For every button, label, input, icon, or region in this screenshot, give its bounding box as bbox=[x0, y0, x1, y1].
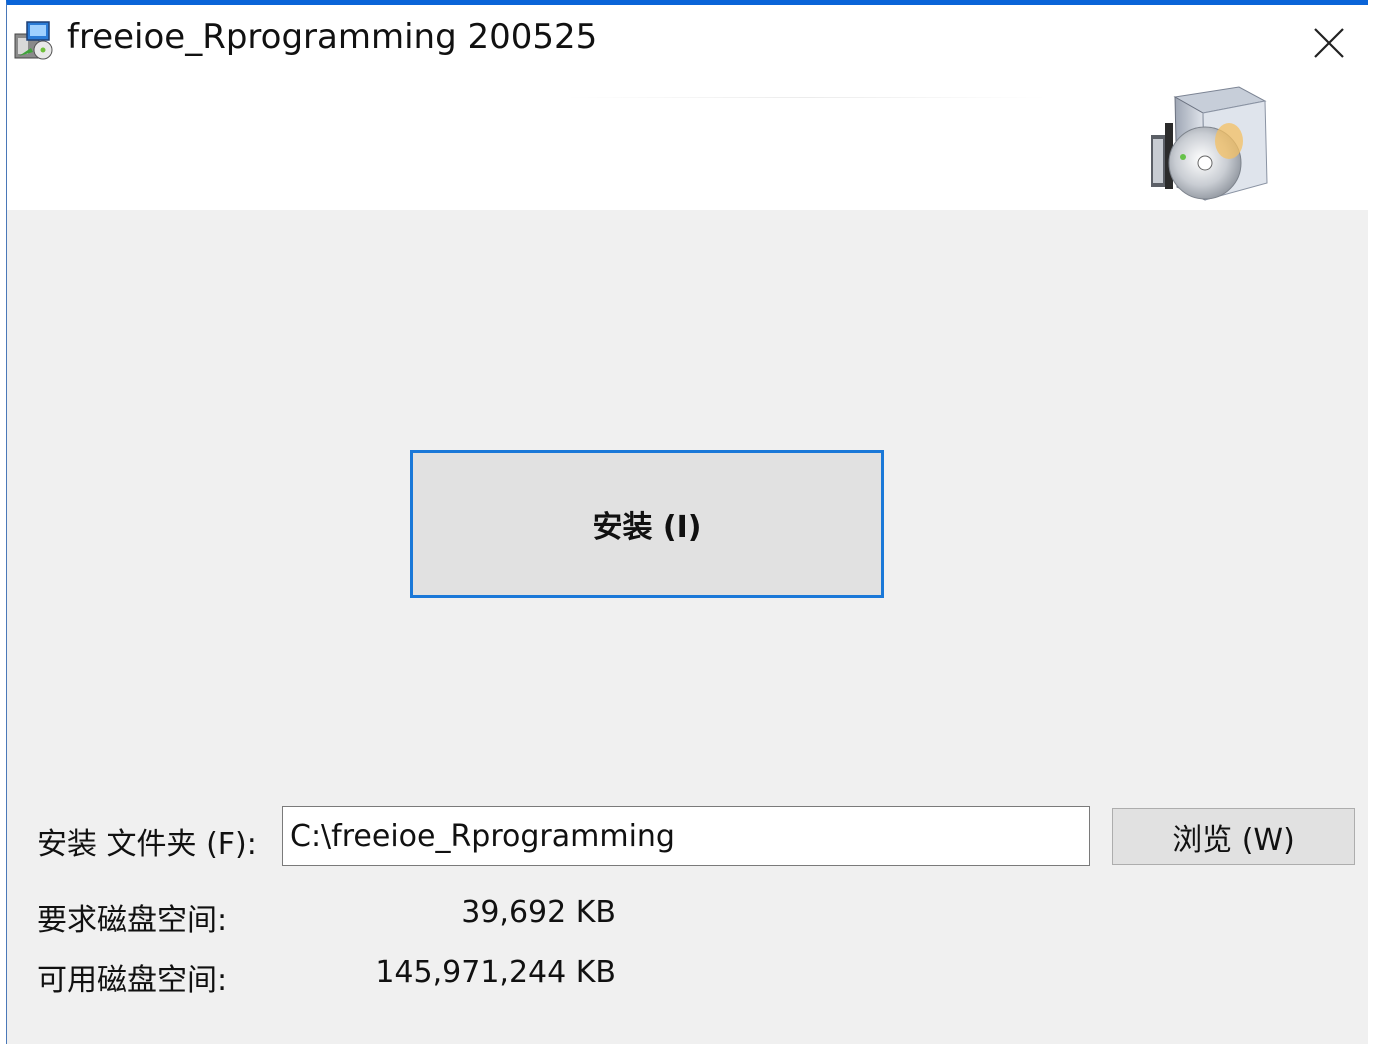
browse-button[interactable]: 浏览 (W) bbox=[1112, 808, 1355, 865]
install-button-label: 安装 (I) bbox=[592, 510, 702, 545]
title-banner: freeioe_Rprogramming 200525 bbox=[7, 5, 1368, 210]
software-box-cd-icon bbox=[1147, 75, 1287, 210]
required-space-label: 要求磁盘空间: bbox=[37, 903, 228, 938]
available-space-label: 可用磁盘空间: bbox=[37, 963, 228, 998]
install-folder-input[interactable] bbox=[282, 806, 1090, 866]
install-folder-label: 安装 文件夹 (F): bbox=[37, 827, 257, 862]
required-space-value: 39,692 KB bbox=[461, 895, 616, 930]
installer-package-icon bbox=[13, 18, 57, 62]
browse-button-label: 浏览 (W) bbox=[1172, 822, 1295, 858]
close-button[interactable] bbox=[1297, 13, 1361, 77]
close-icon bbox=[1313, 27, 1345, 63]
banner-divider bbox=[567, 97, 1047, 98]
install-button[interactable]: 安装 (I) bbox=[410, 450, 884, 598]
available-space-value: 145,971,244 KB bbox=[375, 955, 616, 990]
installer-window: freeioe_Rprogramming 200525 安装 (I) 安装 文件… bbox=[6, 0, 1368, 1044]
window-title: freeioe_Rprogramming 200525 bbox=[67, 17, 598, 57]
